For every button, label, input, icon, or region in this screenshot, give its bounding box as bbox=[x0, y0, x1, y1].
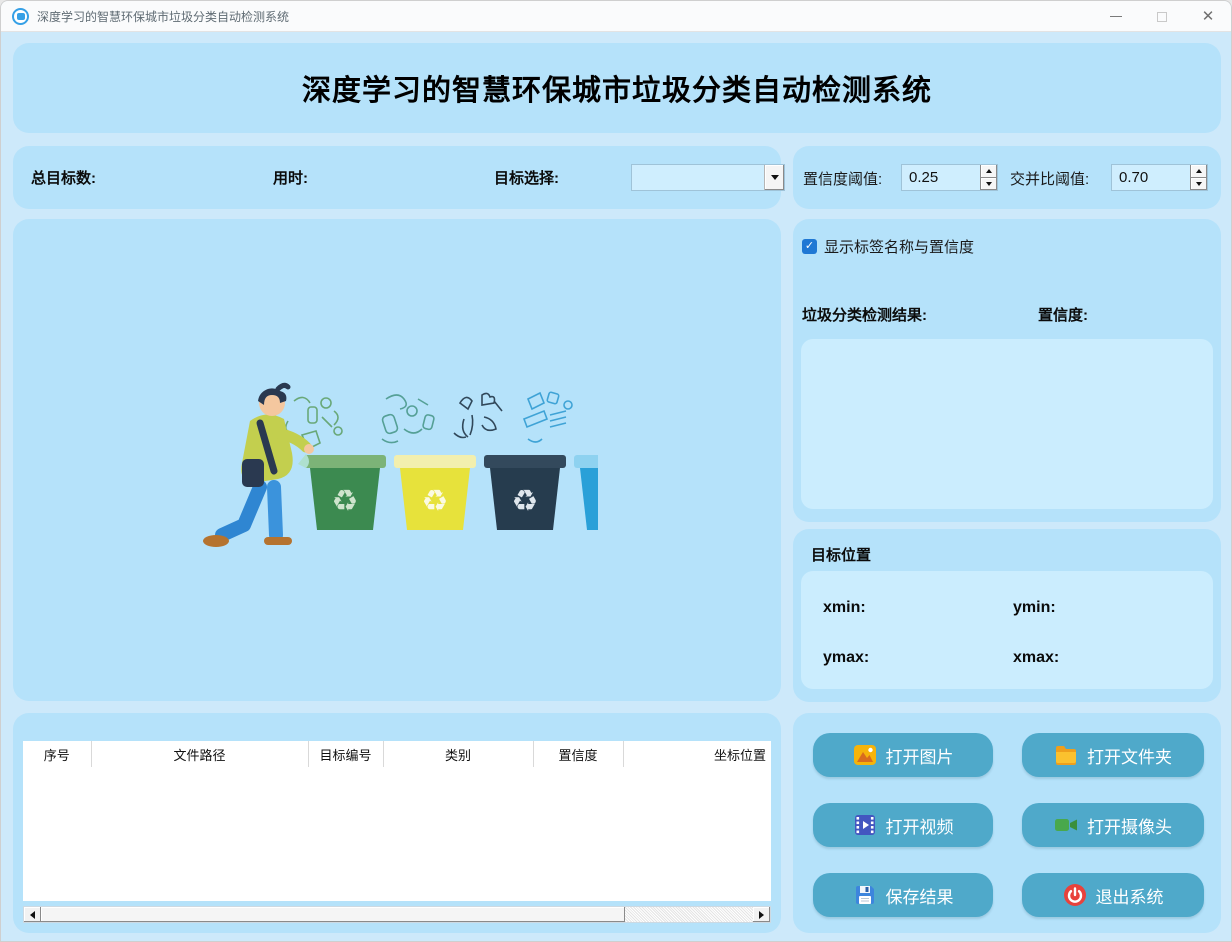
table-horizontal-scrollbar[interactable] bbox=[23, 906, 771, 923]
chevron-down-icon bbox=[771, 175, 779, 180]
scroll-left-button[interactable] bbox=[24, 907, 41, 922]
combobox-dropdown-button[interactable] bbox=[764, 165, 784, 190]
xmin-label: xmin: bbox=[823, 599, 866, 617]
minimize-icon bbox=[1110, 16, 1122, 17]
stats-panel: 总目标数: 用时: 目标选择: bbox=[13, 146, 781, 209]
combobox-value[interactable] bbox=[632, 165, 764, 190]
confidence-threshold-spinner[interactable] bbox=[901, 164, 998, 191]
svg-text:♻: ♻ bbox=[332, 485, 359, 518]
confidence-threshold-input[interactable] bbox=[902, 165, 980, 190]
target-position-panel: 目标位置 xmin: ymin: ymax: xmax: bbox=[793, 529, 1221, 702]
table-header-row: 序号 文件路径 目标编号 类别 置信度 坐标位置 bbox=[23, 741, 771, 767]
app-window: 深度学习的智慧环保城市垃圾分类自动检测系统 ✕ 深度学习的智慧环保城市垃圾分类自… bbox=[0, 0, 1232, 942]
spin-down-icon bbox=[1196, 182, 1202, 186]
xmax-label: xmax: bbox=[1013, 649, 1059, 667]
detection-result-box bbox=[801, 339, 1213, 509]
folder-icon bbox=[1054, 743, 1078, 767]
show-labels-checkbox[interactable]: ✓ bbox=[802, 239, 817, 254]
open-folder-label: 打开文件夹 bbox=[1087, 743, 1172, 768]
confidence-spin-down-button[interactable] bbox=[981, 178, 997, 191]
image-display-panel: ♻ ♻ ♻ ♻ bbox=[13, 219, 781, 701]
ymax-label: ymax: bbox=[823, 649, 869, 667]
spin-up-icon bbox=[986, 169, 992, 173]
save-results-label: 保存结果 bbox=[886, 883, 954, 908]
close-icon: ✕ bbox=[1202, 9, 1215, 24]
svg-text:♻: ♻ bbox=[512, 485, 539, 518]
exit-system-label: 退出系统 bbox=[1096, 883, 1164, 908]
scroll-right-button[interactable] bbox=[753, 907, 770, 922]
col-file-path[interactable]: 文件路径 bbox=[91, 741, 308, 767]
open-image-label: 打开图片 bbox=[886, 743, 954, 768]
image-icon bbox=[853, 743, 877, 767]
detection-panel: ✓ 显示标签名称与置信度 垃圾分类检测结果: 置信度: bbox=[793, 219, 1221, 522]
open-folder-button[interactable]: 打开文件夹 bbox=[1022, 733, 1204, 777]
iou-spin-up-button[interactable] bbox=[1191, 165, 1207, 178]
spin-up-icon bbox=[1196, 169, 1202, 173]
iou-threshold-spinner[interactable] bbox=[1111, 164, 1208, 191]
app-icon bbox=[12, 8, 29, 25]
confidence-label: 置信度: bbox=[1038, 304, 1088, 325]
open-video-button[interactable]: 打开视频 bbox=[813, 803, 993, 847]
confidence-spin-up-button[interactable] bbox=[981, 165, 997, 178]
exit-system-button[interactable]: 退出系统 bbox=[1022, 873, 1204, 917]
actions-panel: 打开图片 打开文件夹 打开视频 打开摄像头 bbox=[793, 713, 1221, 933]
col-coordinates[interactable]: 坐标位置 bbox=[623, 741, 771, 767]
title-bar: 深度学习的智慧环保城市垃圾分类自动检测系统 ✕ bbox=[1, 1, 1231, 32]
close-button[interactable]: ✕ bbox=[1185, 1, 1231, 32]
save-results-button[interactable]: 保存结果 bbox=[813, 873, 993, 917]
open-camera-label: 打开摄像头 bbox=[1087, 813, 1172, 838]
elapsed-time-label: 用时: bbox=[273, 167, 308, 188]
svg-text:♻: ♻ bbox=[422, 485, 449, 518]
camera-icon bbox=[1054, 813, 1078, 837]
maximize-icon bbox=[1157, 12, 1167, 22]
col-index[interactable]: 序号 bbox=[23, 741, 91, 767]
total-targets-label: 总目标数: bbox=[31, 167, 96, 188]
col-category[interactable]: 类别 bbox=[383, 741, 533, 767]
col-target-id[interactable]: 目标编号 bbox=[308, 741, 383, 767]
target-position-box: xmin: ymin: ymax: xmax: bbox=[801, 571, 1213, 689]
arrow-right-icon bbox=[759, 911, 764, 919]
garbage-bins-illustration: ♻ ♻ ♻ ♻ bbox=[198, 359, 598, 564]
thresholds-panel: 置信度阈值: 交并比阈值: bbox=[793, 146, 1221, 209]
iou-spin-down-button[interactable] bbox=[1191, 178, 1207, 191]
open-video-label: 打开视频 bbox=[886, 813, 954, 838]
col-confidence[interactable]: 置信度 bbox=[533, 741, 623, 767]
show-labels-label: 显示标签名称与置信度 bbox=[824, 236, 974, 257]
results-table: 序号 文件路径 目标编号 类别 置信度 坐标位置 bbox=[23, 741, 771, 901]
ymin-label: ymin: bbox=[1013, 599, 1056, 617]
target-select-label: 目标选择: bbox=[494, 167, 559, 188]
maximize-button[interactable] bbox=[1139, 1, 1185, 32]
minimize-button[interactable] bbox=[1093, 1, 1139, 32]
spin-down-icon bbox=[986, 182, 992, 186]
target-select-combobox[interactable] bbox=[631, 164, 785, 191]
scrollbar-thumb[interactable] bbox=[41, 907, 625, 922]
table-panel: 序号 文件路径 目标编号 类别 置信度 坐标位置 bbox=[13, 713, 781, 933]
power-icon bbox=[1063, 883, 1087, 907]
banner-panel: 深度学习的智慧环保城市垃圾分类自动检测系统 bbox=[13, 43, 1221, 133]
confidence-threshold-label: 置信度阈值: bbox=[803, 168, 882, 189]
window-title: 深度学习的智慧环保城市垃圾分类自动检测系统 bbox=[37, 8, 289, 25]
page-title: 深度学习的智慧环保城市垃圾分类自动检测系统 bbox=[302, 67, 932, 109]
detection-result-label: 垃圾分类检测结果: bbox=[802, 304, 927, 325]
arrow-left-icon bbox=[30, 911, 35, 919]
video-icon bbox=[853, 813, 877, 837]
scrollbar-track[interactable] bbox=[41, 907, 753, 922]
open-camera-button[interactable]: 打开摄像头 bbox=[1022, 803, 1204, 847]
open-image-button[interactable]: 打开图片 bbox=[813, 733, 993, 777]
target-position-title: 目标位置 bbox=[811, 544, 871, 565]
iou-threshold-input[interactable] bbox=[1112, 165, 1190, 190]
iou-threshold-label: 交并比阈值: bbox=[1010, 168, 1089, 189]
save-icon bbox=[853, 883, 877, 907]
